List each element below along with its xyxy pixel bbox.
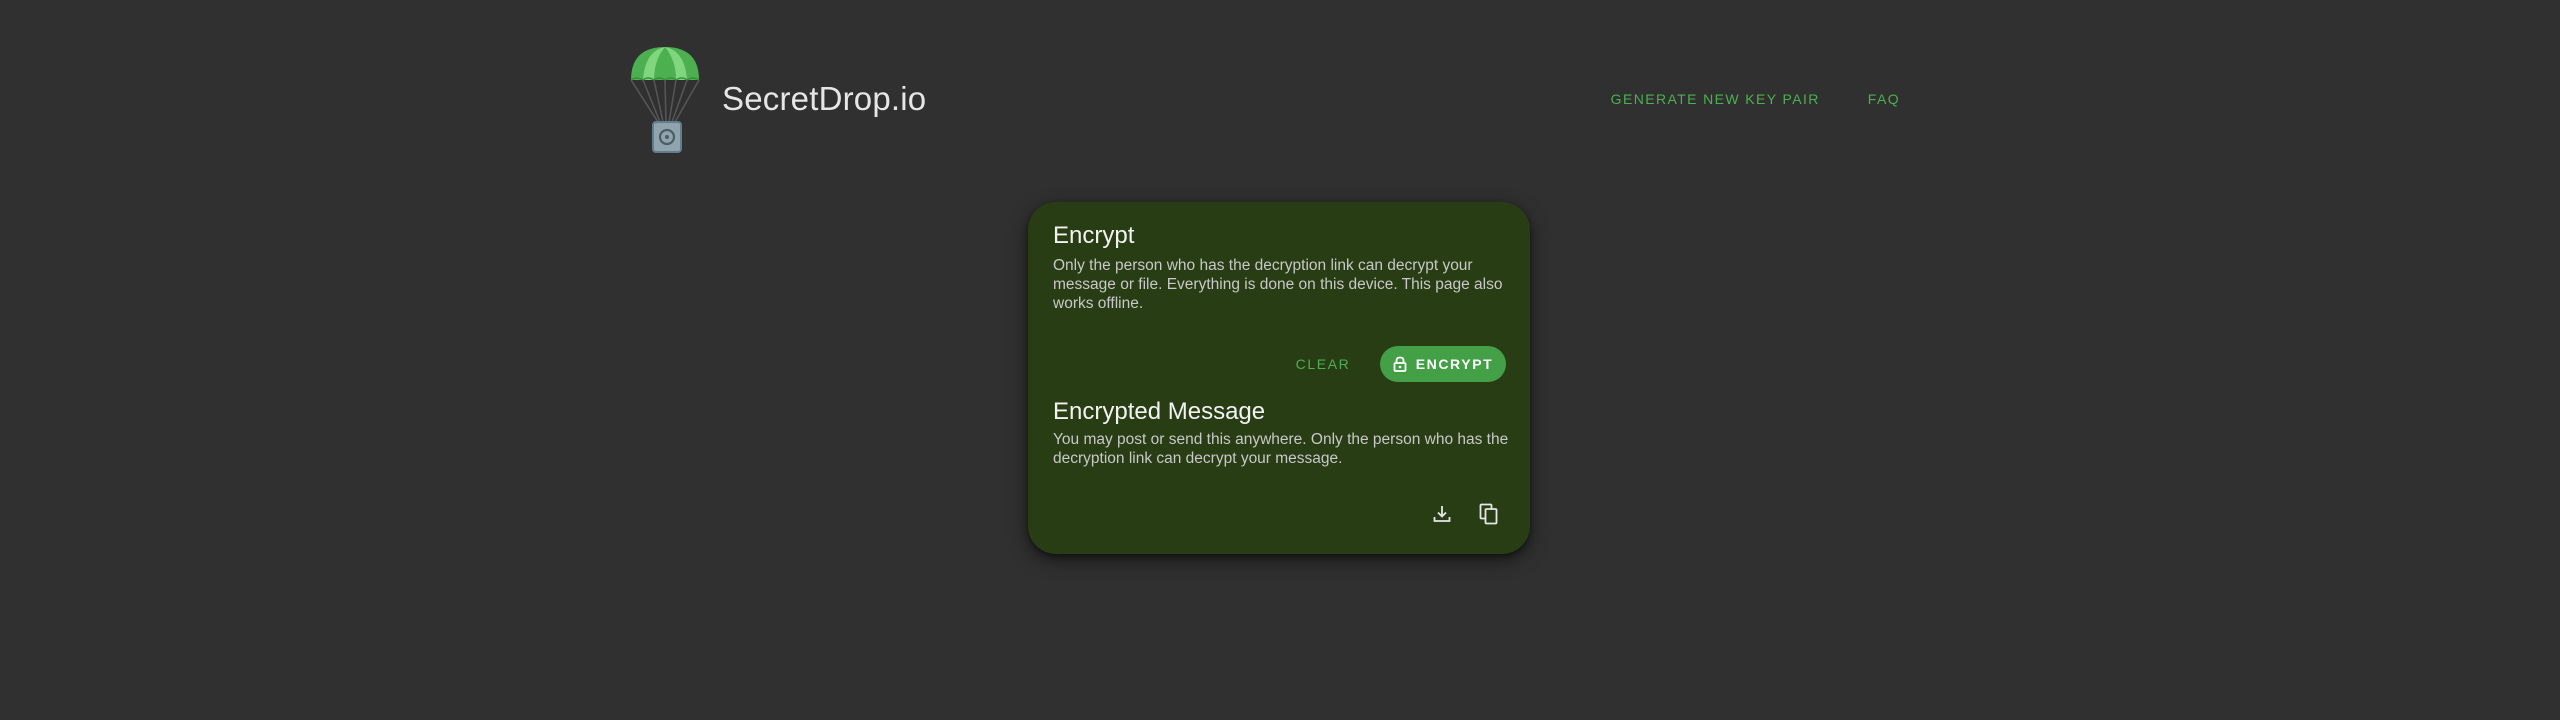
encrypt-title: Encrypt <box>1053 222 1135 249</box>
download-icon <box>1432 504 1452 524</box>
faq-link[interactable]: FAQ <box>1868 91 1900 107</box>
clear-button[interactable]: Clear <box>1288 346 1358 382</box>
encrypt-description: Only the person who has the decryption l… <box>1053 257 1503 312</box>
encrypt-card: Encrypt Only the person who has the decr… <box>1028 202 1530 554</box>
top-nav: Generate new key pair FAQ <box>1611 91 1900 107</box>
parachute-safe-icon <box>628 44 704 156</box>
generate-key-pair-link[interactable]: Generate new key pair <box>1611 91 1820 107</box>
encrypt-button[interactable]: Encrypt <box>1380 346 1506 382</box>
copy-button[interactable] <box>1473 498 1505 530</box>
brand-title: SecretDrop.io <box>722 80 927 117</box>
header: SecretDrop.io Generate new key pair FAQ <box>628 44 1900 156</box>
lock-icon <box>1393 356 1407 372</box>
download-button[interactable] <box>1426 498 1458 530</box>
encrypted-message-description: You may post or send this anywhere. Only… <box>1053 431 1509 467</box>
encrypted-message-title: Encrypted Message <box>1053 398 1266 425</box>
encrypt-button-label: Encrypt <box>1415 356 1494 372</box>
copy-icon <box>1479 503 1499 525</box>
